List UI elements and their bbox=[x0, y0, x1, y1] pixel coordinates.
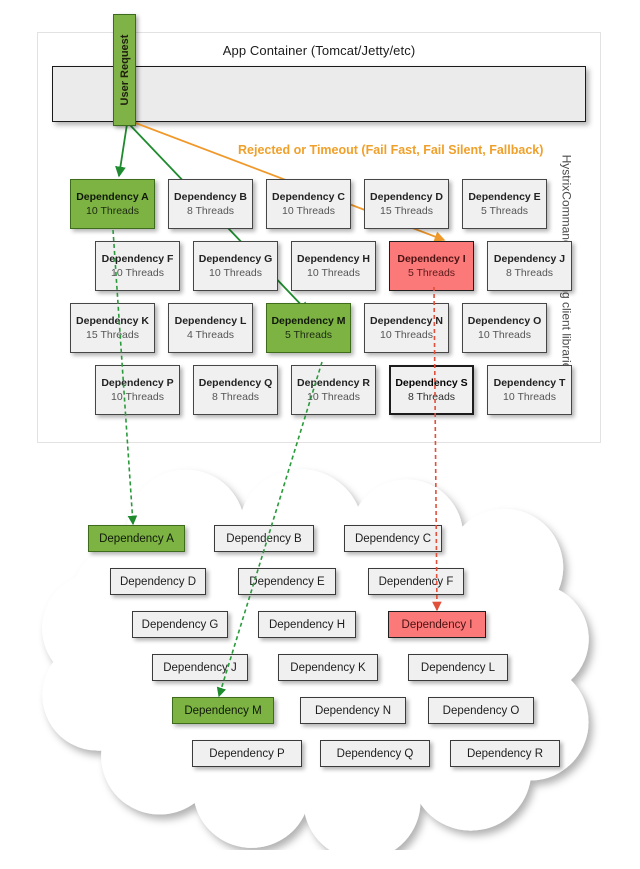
thread-pool-name: Dependency E bbox=[468, 191, 541, 203]
cloud-service-box: Dependency G bbox=[132, 611, 228, 638]
cloud-service-box: Dependency R bbox=[450, 740, 560, 767]
thread-pool-name: Dependency P bbox=[101, 377, 174, 389]
cloud-service-box: Dependency J bbox=[152, 654, 248, 681]
thread-pool-threads: 10 Threads bbox=[307, 391, 360, 403]
thread-pool-threads: 15 Threads bbox=[380, 205, 433, 217]
thread-pool-threads: 10 Threads bbox=[209, 267, 262, 279]
cloud-service-box: Dependency A bbox=[88, 525, 185, 552]
cloud-service-box: Dependency I bbox=[388, 611, 486, 638]
cloud-service-box: Dependency E bbox=[238, 568, 336, 595]
thread-pool-threads: 5 Threads bbox=[284, 329, 333, 341]
cloud-service-box: Dependency O bbox=[428, 697, 534, 724]
thread-pool-threads: 8 Threads bbox=[186, 205, 235, 217]
thread-pool-name: Dependency F bbox=[101, 253, 174, 265]
thread-pool-box: Dependency O 10 Threads bbox=[462, 303, 547, 353]
cloud-service-box: Dependency Q bbox=[320, 740, 430, 767]
thread-pool-threads: 10 Threads bbox=[282, 205, 335, 217]
thread-pool-box: Dependency K 15 Threads bbox=[70, 303, 155, 353]
thread-pool-box: Dependency B 8 Threads bbox=[168, 179, 253, 229]
thread-pool-name: Dependency D bbox=[370, 191, 443, 203]
cloud-service-box: Dependency M bbox=[172, 697, 274, 724]
thread-pool-name: Dependency C bbox=[272, 191, 345, 203]
thread-pool-threads: 8 Threads bbox=[407, 391, 456, 403]
cloud-service-box: Dependency H bbox=[258, 611, 356, 638]
thread-pool-threads: 10 Threads bbox=[86, 205, 139, 217]
thread-pool-box: Dependency F 10 Threads bbox=[95, 241, 180, 291]
thread-pool-box: Dependency N 10 Threads bbox=[364, 303, 449, 353]
thread-pool-name: Dependency B bbox=[174, 191, 247, 203]
thread-pool-name: Dependency T bbox=[493, 377, 566, 389]
thread-pool-name: Dependency G bbox=[198, 253, 273, 265]
user-request-label: User Request bbox=[118, 34, 131, 106]
thread-pool-name: Dependency L bbox=[174, 315, 247, 327]
thread-pool-name: Dependency M bbox=[271, 315, 346, 327]
rejected-or-timeout-label: Rejected or Timeout (Fail Fast, Fail Sil… bbox=[238, 143, 544, 157]
thread-pool-name: Dependency J bbox=[493, 253, 566, 265]
thread-pool-box: Dependency I 5 Threads bbox=[389, 241, 474, 291]
thread-pool-box: Dependency R 10 Threads bbox=[291, 365, 376, 415]
network-cloud bbox=[10, 450, 630, 860]
thread-pool-box: Dependency L 4 Threads bbox=[168, 303, 253, 353]
thread-pool-box: Dependency G 10 Threads bbox=[193, 241, 278, 291]
thread-pool-threads: 10 Threads bbox=[307, 267, 360, 279]
thread-pool-name: Dependency A bbox=[76, 191, 149, 203]
thread-pool-threads: 4 Threads bbox=[186, 329, 235, 341]
thread-pool-threads: 5 Threads bbox=[407, 267, 456, 279]
thread-pool-box: Dependency Q 8 Threads bbox=[193, 365, 278, 415]
thread-pool-threads: 8 Threads bbox=[211, 391, 260, 403]
thread-pool-name: Dependency K bbox=[76, 315, 149, 327]
cloud-service-box: Dependency F bbox=[368, 568, 464, 595]
thread-pool-box: Dependency D 15 Threads bbox=[364, 179, 449, 229]
thread-pool-box: Dependency A 10 Threads bbox=[70, 179, 155, 229]
thread-pool-box: Dependency M 5 Threads bbox=[266, 303, 351, 353]
thread-pool-box: Dependency E 5 Threads bbox=[462, 179, 547, 229]
thread-pool-name: Dependency R bbox=[297, 377, 370, 389]
thread-pool-box: Dependency H 10 Threads bbox=[291, 241, 376, 291]
thread-pool-threads: 10 Threads bbox=[111, 391, 164, 403]
thread-pool-threads: 10 Threads bbox=[478, 329, 531, 341]
thread-pool-box: Dependency C 10 Threads bbox=[266, 179, 351, 229]
thread-pool-threads: 10 Threads bbox=[380, 329, 433, 341]
thread-pool-box: Dependency J 8 Threads bbox=[487, 241, 572, 291]
thread-pool-name: Dependency O bbox=[467, 315, 542, 327]
thread-pool-box: Dependency T 10 Threads bbox=[487, 365, 572, 415]
cloud-service-box: Dependency B bbox=[214, 525, 314, 552]
diagram-canvas: App Container (Tomcat/Jetty/etc) Hystrix… bbox=[0, 0, 640, 869]
cloud-service-box: Dependency D bbox=[110, 568, 206, 595]
cloud-service-box: Dependency P bbox=[192, 740, 302, 767]
thread-pool-name: Dependency H bbox=[297, 253, 370, 265]
thread-pool-name: Dependency N bbox=[370, 315, 443, 327]
cloud-service-box: Dependency K bbox=[278, 654, 378, 681]
user-request-box: User Request bbox=[113, 14, 136, 126]
thread-pool-threads: 10 Threads bbox=[111, 267, 164, 279]
cloud-service-box: Dependency C bbox=[344, 525, 442, 552]
cloud-service-box: Dependency L bbox=[408, 654, 508, 681]
thread-pool-threads: 5 Threads bbox=[480, 205, 529, 217]
thread-pool-name: Dependency S bbox=[395, 377, 468, 389]
thread-pool-box: Dependency S 8 Threads bbox=[389, 365, 474, 415]
thread-pool-threads: 8 Threads bbox=[505, 267, 554, 279]
thread-pool-box: Dependency P 10 Threads bbox=[95, 365, 180, 415]
thread-pool-threads: 15 Threads bbox=[86, 329, 139, 341]
thread-pool-name: Dependency I bbox=[397, 253, 466, 265]
cloud-service-box: Dependency N bbox=[300, 697, 406, 724]
thread-pool-name: Dependency Q bbox=[198, 377, 273, 389]
thread-pool-threads: 10 Threads bbox=[503, 391, 556, 403]
